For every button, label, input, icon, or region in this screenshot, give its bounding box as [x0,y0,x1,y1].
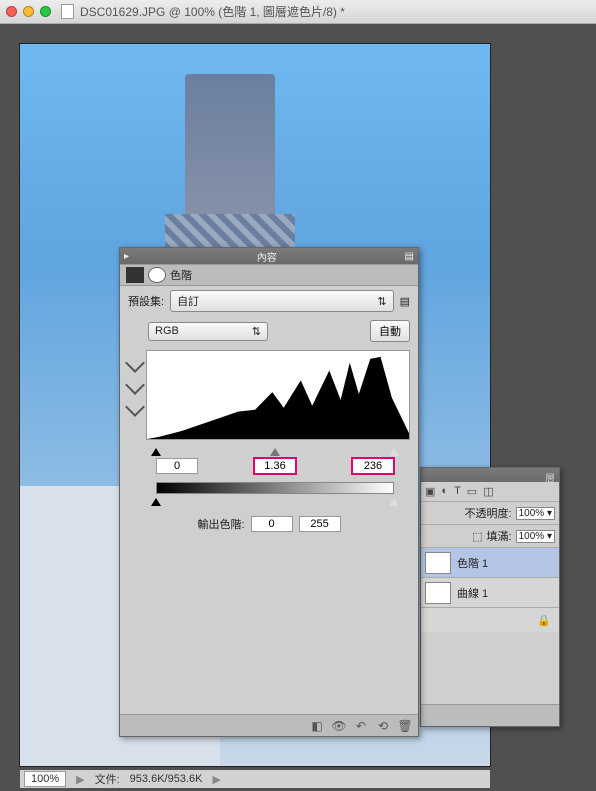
shadow-input[interactable] [156,458,198,474]
window-titlebar: DSC01629.JPG @ 100% (色階 1, 圖層遮色片/8) * [0,0,596,24]
smart-filter-icon[interactable]: ◫ [483,485,493,498]
fileinfo-label: 文件: [95,771,120,787]
text-filter-icon[interactable]: T [454,485,461,498]
layer-lock-row: 🔒 [421,608,559,632]
maximize-window-button[interactable] [40,6,51,17]
output-slider[interactable] [156,494,394,506]
lock-icon: 🔒 [537,614,551,627]
histogram[interactable] [146,350,410,440]
levels-icon[interactable] [126,267,144,283]
layer-item-curves[interactable]: 曲線 1 [421,578,559,608]
shape-filter-icon[interactable]: ▭ [467,485,477,498]
trash-icon[interactable]: 🗑 [398,719,412,733]
preset-label: 預設集: [128,293,164,309]
mask-icon[interactable] [148,267,166,283]
panel-tabs: 色階 [120,264,418,286]
output-high-input[interactable] [299,516,341,532]
fill-label: 填滿: [487,528,512,544]
white-point-dropper-icon[interactable] [125,397,145,417]
output-gradient[interactable] [156,482,394,494]
reset-icon[interactable]: ⟲ [376,719,390,733]
window-title: DSC01629.JPG @ 100% (色階 1, 圖層遮色片/8) * [80,3,345,20]
auto-button[interactable]: 自動 [370,320,410,342]
lock-icon[interactable]: ⬚ [472,530,482,543]
layer-thumb-icon [425,552,451,574]
minimize-window-button[interactable] [23,6,34,17]
layer-item-levels[interactable]: 色階 1 [421,548,559,578]
image-filter-icon[interactable]: ▣ [425,485,435,498]
output-low-input[interactable] [251,516,293,532]
opacity-label: 不透明度: [465,505,512,521]
black-point-dropper-icon[interactable] [125,353,145,373]
properties-panel-footer: ◧ 👁 ↶ ⟲ 🗑 [120,714,418,736]
preset-select[interactable]: 自訂⇅ [170,290,394,312]
preset-menu-icon[interactable]: ▤ [400,295,410,308]
clip-icon[interactable]: ◧ [310,719,324,733]
gamma-input[interactable] [254,458,296,474]
status-bar: 100% ▶ 文件: 953.6K/953.6K ▶ [20,770,490,788]
tab-label: 色階 [170,267,192,283]
channel-select[interactable]: RGB⇅ [148,322,268,341]
fileinfo-value: 953.6K/953.6K [130,773,203,785]
layer-name: 曲線 1 [457,585,488,601]
layers-panel: 層 ▣ ◐ T ▭ ◫ 不透明度: 100% ▾ ⬚ 填滿: 100% ▾ 色階… [420,467,560,727]
output-label: 輸出色階: [197,516,244,532]
panel-header[interactable]: ▸ 內容 ▤ [120,248,418,264]
layer-name: 色階 1 [457,555,488,571]
adjust-filter-icon[interactable]: ◐ [441,485,448,498]
panel-menu-icon[interactable]: ▤ [405,251,414,262]
layers-panel-footer [421,704,559,726]
document-icon [61,4,74,19]
layers-tab-hint: 層 [545,470,555,485]
input-slider[interactable] [156,444,394,456]
fill-value[interactable]: 100% ▾ [516,530,555,543]
properties-panel: ▸ 內容 ▤ 色階 預設集: 自訂⇅ ▤ RGB⇅ 自動 [119,247,419,737]
layer-thumb-icon [425,582,451,604]
panel-title: 內容 [257,249,277,264]
gray-point-dropper-icon[interactable] [125,375,145,395]
layers-filter-row: ▣ ◐ T ▭ ◫ [421,482,559,502]
reset-prev-icon[interactable]: ↶ [354,719,368,733]
close-window-button[interactable] [6,6,17,17]
highlight-input[interactable] [352,458,394,474]
zoom-level[interactable]: 100% [24,771,66,787]
visibility-icon[interactable]: 👁 [332,719,346,733]
opacity-value[interactable]: 100% ▾ [516,507,555,520]
